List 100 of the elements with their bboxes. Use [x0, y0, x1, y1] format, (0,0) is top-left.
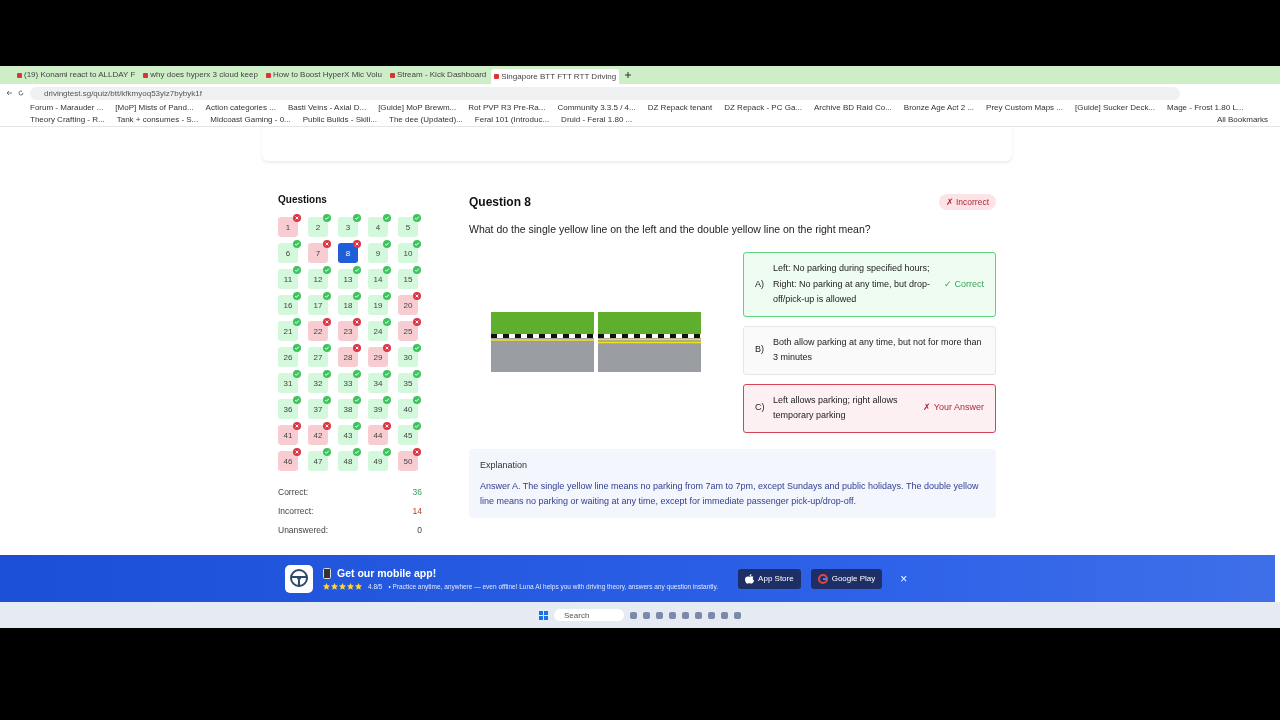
- question-number-button[interactable]: 5: [398, 217, 418, 238]
- question-number-button[interactable]: 27: [308, 347, 328, 368]
- bookmark-link[interactable]: Theory Crafting - R...: [30, 114, 105, 125]
- new-tab-icon[interactable]: [625, 72, 632, 78]
- question-number-button[interactable]: 22: [308, 321, 328, 342]
- question-number-button[interactable]: 16: [278, 295, 298, 316]
- question-number-button[interactable]: 19: [368, 295, 388, 316]
- bookmark-link[interactable]: Tank + consumes - S...: [116, 114, 199, 125]
- question-number-button[interactable]: 1: [278, 217, 298, 238]
- reload-icon[interactable]: [18, 90, 24, 96]
- bookmark-link[interactable]: Basti Veins - Axial D...: [287, 103, 367, 113]
- question-number-button[interactable]: 15: [398, 269, 418, 290]
- question-number-button[interactable]: 42: [308, 425, 328, 446]
- answer-option[interactable]: B) Both allow parking at any time, but not for more than 3 minutes: [743, 325, 996, 375]
- question-number-button[interactable]: 24: [368, 321, 388, 342]
- question-number-button[interactable]: 31: [278, 373, 298, 394]
- bookmark-link[interactable]: Bronze Age Act 2 ...: [903, 103, 975, 113]
- question-number-button[interactable]: 4: [368, 217, 388, 238]
- question-number-button[interactable]: 17: [308, 295, 328, 316]
- question-number-button[interactable]: 20: [398, 295, 418, 316]
- question-number-button[interactable]: 41: [278, 425, 298, 446]
- bookmark-link[interactable]: Public Builds - Skill...: [302, 114, 377, 125]
- store-button[interactable]: App Store: [738, 568, 801, 589]
- bookmark-link[interactable]: Druid - Feral 1.80 ...: [561, 114, 633, 125]
- bookmark-link[interactable]: Action categories ...: [205, 103, 276, 113]
- bookmark-link[interactable]: Mage - Frost 1.80 L...: [1167, 103, 1244, 113]
- address-bar[interactable]: drivingtest.sg/quiz/btt/kfkmyoq53yiz7bybyk1f: [30, 86, 1180, 100]
- steering-wheel-icon: [285, 564, 313, 593]
- bookmark-link[interactable]: Rot PVP R3 Pre-Ra...: [468, 103, 546, 113]
- question-number-button[interactable]: 29: [368, 347, 388, 368]
- bookmark-link[interactable]: DZ Repack tenant: [647, 103, 713, 113]
- question-number-button[interactable]: 26: [278, 347, 298, 368]
- check-icon: [413, 266, 421, 275]
- windows-start-icon[interactable]: [539, 610, 548, 620]
- question-number-button[interactable]: 14: [368, 269, 388, 290]
- question-number-button[interactable]: 10: [398, 243, 418, 264]
- browser-tab[interactable]: Stream - Kick Dashboard: [386, 67, 490, 83]
- explanation-heading: Explanation: [480, 459, 529, 470]
- bookmark-link[interactable]: [MoP] Mists of Pand...: [115, 103, 194, 113]
- question-number-button[interactable]: 47: [308, 451, 328, 472]
- question-number-button[interactable]: 25: [398, 321, 418, 342]
- question-number-button[interactable]: 44: [368, 425, 388, 446]
- question-number-button[interactable]: 48: [338, 451, 358, 472]
- cross-icon: [293, 422, 301, 431]
- question-number-button[interactable]: 9: [368, 243, 388, 264]
- stat-label: Unanswered:: [278, 525, 329, 536]
- question-number-button[interactable]: 30: [398, 347, 418, 368]
- question-number-button[interactable]: 6: [278, 243, 298, 264]
- browser-tab[interactable]: Singapore BTT FTT RTT Driving: [491, 69, 620, 84]
- question-number-button[interactable]: 18: [338, 295, 358, 316]
- check-icon: [353, 370, 361, 379]
- bookmark-link[interactable]: Midcoast Gaming - 0...: [210, 114, 291, 125]
- browser-tab[interactable]: why does hyperx 3 cloud keep: [140, 67, 261, 83]
- question-number-button[interactable]: 3: [338, 217, 358, 238]
- question-number-button[interactable]: 2: [308, 217, 328, 238]
- bookmark-link[interactable]: Forum - Marauder ...: [30, 103, 104, 113]
- back-icon[interactable]: [6, 90, 12, 96]
- question-number-button[interactable]: 28: [338, 347, 358, 368]
- question-number-button[interactable]: 40: [398, 399, 418, 420]
- check-icon: [383, 318, 391, 327]
- question-number-button[interactable]: 43: [338, 425, 358, 446]
- bookmark-link[interactable]: Feral 101 (Introduc...: [474, 114, 550, 125]
- question-number-button[interactable]: 12: [308, 269, 328, 290]
- question-number-button[interactable]: 45: [398, 425, 418, 446]
- question-number-button[interactable]: 36: [278, 399, 298, 420]
- check-icon: [323, 344, 331, 353]
- check-icon: [323, 396, 331, 405]
- question-number-button[interactable]: 13: [338, 269, 358, 290]
- bookmark-link[interactable]: [Guide] MoP Brewm...: [378, 103, 457, 113]
- question-number-button[interactable]: 35: [398, 373, 418, 394]
- browser-tab[interactable]: How to Boost HyperX Mic Volu: [262, 67, 385, 83]
- question-title: Question 8: [469, 195, 531, 210]
- question-number-button[interactable]: 7: [308, 243, 328, 264]
- question-number-button[interactable]: 39: [368, 399, 388, 420]
- question-number-button[interactable]: 33: [338, 373, 358, 394]
- question-number-button[interactable]: 8: [338, 243, 358, 264]
- answer-option[interactable]: A) Left: No parking during specified hours; Right: No parking at any time, but drop-off/pick-up is allowed ✓ Correct: [743, 252, 996, 317]
- bookmark-link[interactable]: Community 3.3.5 / 4...: [557, 103, 636, 113]
- question-number-button[interactable]: 11: [278, 269, 298, 290]
- bookmark-link[interactable]: The dee (Updated)...: [389, 114, 463, 125]
- question-number-button[interactable]: 38: [338, 399, 358, 420]
- bookmark-link[interactable]: Archive BD Raid Co...: [814, 103, 892, 113]
- question-number-button[interactable]: 50: [398, 451, 418, 472]
- store-button[interactable]: Google Play: [810, 568, 883, 589]
- question-number-button[interactable]: 49: [368, 451, 388, 472]
- answer-option[interactable]: C) Left allows parking; right allows temporary parking ✗ Your Answer: [743, 383, 996, 433]
- bookmark-link[interactable]: DZ Repack - PC Ga...: [724, 103, 802, 113]
- bookmark-link[interactable]: [Guide] Sucker Deck...: [1075, 103, 1156, 113]
- question-number-button[interactable]: 23: [338, 321, 358, 342]
- taskbar-search-field[interactable]: Search: [554, 609, 624, 622]
- close-button[interactable]: ×: [898, 571, 910, 586]
- bookmark-link[interactable]: Prey Custom Maps ...: [986, 103, 1063, 113]
- browser-tab[interactable]: (19) Konami react to ALLDAY F: [14, 67, 139, 83]
- check-icon: [293, 318, 301, 327]
- all-bookmarks-link[interactable]: All Bookmarks: [1216, 114, 1268, 125]
- question-number-button[interactable]: 32: [308, 373, 328, 394]
- question-number-button[interactable]: 37: [308, 399, 328, 420]
- question-number-button[interactable]: 34: [368, 373, 388, 394]
- question-number-button[interactable]: 46: [278, 451, 298, 472]
- question-number-button[interactable]: 21: [278, 321, 298, 342]
